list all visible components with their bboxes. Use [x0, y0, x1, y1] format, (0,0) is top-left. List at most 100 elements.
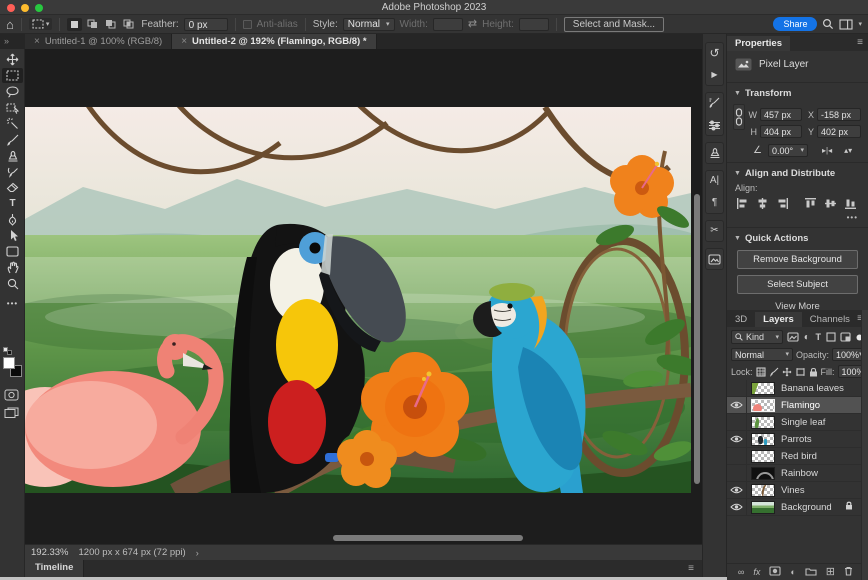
default-colors-icon[interactable] — [3, 345, 17, 354]
edit-toolbar-icon[interactable]: ••• — [2, 296, 23, 311]
search-icon[interactable] — [822, 18, 834, 30]
close-tab-icon[interactable]: × — [181, 36, 187, 47]
lasso-tool[interactable] — [2, 84, 23, 99]
y-value-input[interactable]: 402 px — [817, 125, 861, 138]
swap-dimensions-icon[interactable]: ⇄ — [468, 19, 477, 30]
rotation-input[interactable]: 0.00°▾ — [768, 144, 808, 157]
anti-alias-checkbox[interactable] — [243, 20, 252, 29]
history-panel-icon[interactable]: ↺ — [707, 46, 723, 60]
filter-smart-object-icon[interactable] — [840, 331, 851, 343]
move-tool[interactable] — [2, 52, 23, 67]
tab-layers[interactable]: Layers — [755, 312, 802, 327]
filter-pixel-icon[interactable] — [787, 331, 799, 343]
link-dimensions-icon[interactable] — [733, 104, 745, 130]
opacity-input[interactable]: 100%▾ — [832, 348, 864, 361]
path-selection-tool[interactable] — [2, 228, 23, 243]
layer-row-single-leaf[interactable]: Single leaf — [727, 414, 861, 431]
select-subject-button[interactable]: Select Subject — [737, 275, 858, 294]
quick-actions-header[interactable]: ▼Quick Actions — [727, 233, 868, 244]
tool-preset-picker[interactable]: ▾ — [29, 18, 53, 30]
tab-channels[interactable]: Channels — [802, 312, 858, 327]
close-tab-icon[interactable]: × — [34, 36, 40, 47]
layer-thumbnail[interactable] — [751, 416, 775, 429]
rectangular-marquee-tool[interactable] — [2, 68, 23, 83]
paragraph-panel-icon[interactable]: ¶ — [707, 196, 723, 210]
home-icon[interactable]: ⌂ — [6, 18, 14, 31]
eye-icon[interactable] — [727, 397, 747, 414]
width-input[interactable] — [433, 18, 463, 31]
hand-tool[interactable] — [2, 260, 23, 275]
align-left-icon[interactable] — [737, 198, 748, 209]
layer-thumbnail[interactable] — [751, 501, 775, 514]
intersect-selection-button[interactable] — [121, 18, 136, 31]
rectangle-shape-tool[interactable] — [2, 244, 23, 259]
layer-row-vines[interactable]: Vines — [727, 482, 861, 499]
layer-thumbnail[interactable] — [751, 433, 775, 446]
add-to-selection-button[interactable] — [85, 18, 100, 31]
brushes-panel-icon[interactable] — [707, 118, 723, 132]
visibility-toggle[interactable] — [727, 414, 747, 431]
filter-shape-icon[interactable] — [826, 331, 836, 343]
lock-pixels-icon[interactable] — [769, 366, 779, 378]
actions-panel-icon[interactable]: ▶ — [707, 68, 723, 82]
layer-thumbnail[interactable] — [751, 484, 775, 497]
doc-tab-untitled-1[interactable]: × Untitled-1 @ 100% (RGB/8) — [25, 34, 172, 49]
layer-effects-icon[interactable]: fx — [753, 568, 760, 577]
adjustment-layer-icon[interactable]: ◐ — [790, 568, 795, 577]
workspace-switcher-icon[interactable] — [839, 19, 853, 30]
lock-transparency-icon[interactable] — [756, 366, 766, 378]
share-button[interactable]: Share — [773, 17, 817, 31]
visibility-toggle[interactable] — [727, 465, 747, 482]
clone-stamp-tool[interactable] — [2, 148, 23, 163]
remove-background-button[interactable]: Remove Background — [737, 250, 858, 269]
canvas-image[interactable] — [25, 107, 691, 493]
screen-mode-icon[interactable] — [4, 407, 19, 422]
layer-row-background[interactable]: Background — [727, 499, 861, 516]
transform-section-header[interactable]: ▼Transform — [727, 88, 868, 99]
magic-wand-tool[interactable] — [2, 116, 23, 131]
layer-row-red-bird[interactable]: Red bird — [727, 448, 861, 465]
history-brush-tool[interactable] — [2, 164, 23, 179]
x-value-input[interactable]: -158 px — [817, 108, 861, 121]
flip-vertical-icon[interactable]: ▴▾ — [844, 146, 852, 155]
lock-artboard-icon[interactable] — [795, 366, 806, 378]
clone-source-panel-icon[interactable] — [707, 146, 723, 160]
type-tool[interactable]: T — [2, 196, 23, 211]
eye-icon[interactable] — [727, 499, 747, 516]
layer-row-parrots[interactable]: Parrots — [727, 431, 861, 448]
status-chevron-icon[interactable]: › — [196, 548, 199, 558]
width-value-input[interactable]: 457 px — [760, 108, 802, 121]
tab-timeline[interactable]: Timeline — [25, 560, 84, 577]
new-selection-button[interactable] — [67, 18, 82, 31]
doc-tab-untitled-2[interactable]: × Untitled-2 @ 192% (Flamingo, RGB/8) * — [172, 34, 376, 49]
align-top-icon[interactable] — [805, 198, 816, 209]
new-layer-icon[interactable]: ⊞ — [826, 567, 835, 578]
delete-layer-icon[interactable] — [844, 566, 853, 578]
layer-thumbnail[interactable] — [751, 399, 775, 412]
tab-3d[interactable]: 3D — [727, 312, 755, 327]
style-select[interactable]: Normal▾ — [343, 18, 395, 31]
align-section-header[interactable]: ▼Align and Distribute — [727, 168, 868, 179]
align-right-icon[interactable] — [777, 198, 788, 209]
object-selection-tool[interactable] — [2, 100, 23, 115]
character-panel-icon[interactable]: A| — [707, 174, 723, 188]
lock-all-icon[interactable] — [809, 366, 818, 378]
zoom-level[interactable]: 192.33% — [31, 547, 69, 558]
kind-filter-select[interactable]: Kind ▾ — [731, 330, 783, 344]
visibility-toggle[interactable] — [727, 380, 747, 397]
filter-type-icon[interactable]: T — [815, 331, 823, 343]
quick-mask-icon[interactable] — [4, 389, 19, 404]
visibility-toggle[interactable] — [727, 448, 747, 465]
vertical-scrollbar[interactable] — [694, 194, 700, 484]
align-center-h-icon[interactable] — [757, 198, 768, 209]
scissors-panel-icon[interactable]: ✂ — [707, 224, 723, 238]
tab-properties[interactable]: Properties — [727, 36, 790, 51]
layer-mask-icon[interactable] — [769, 566, 781, 578]
layer-row-rainbow[interactable]: Rainbow — [727, 465, 861, 482]
feather-input[interactable]: 0 px — [184, 18, 228, 31]
new-group-icon[interactable] — [805, 567, 817, 578]
chevron-down-icon[interactable]: ▾ — [858, 20, 862, 28]
blend-mode-select[interactable]: Normal▾ — [731, 348, 793, 361]
canvas-area[interactable] — [25, 49, 702, 544]
align-bottom-icon[interactable] — [845, 198, 856, 209]
